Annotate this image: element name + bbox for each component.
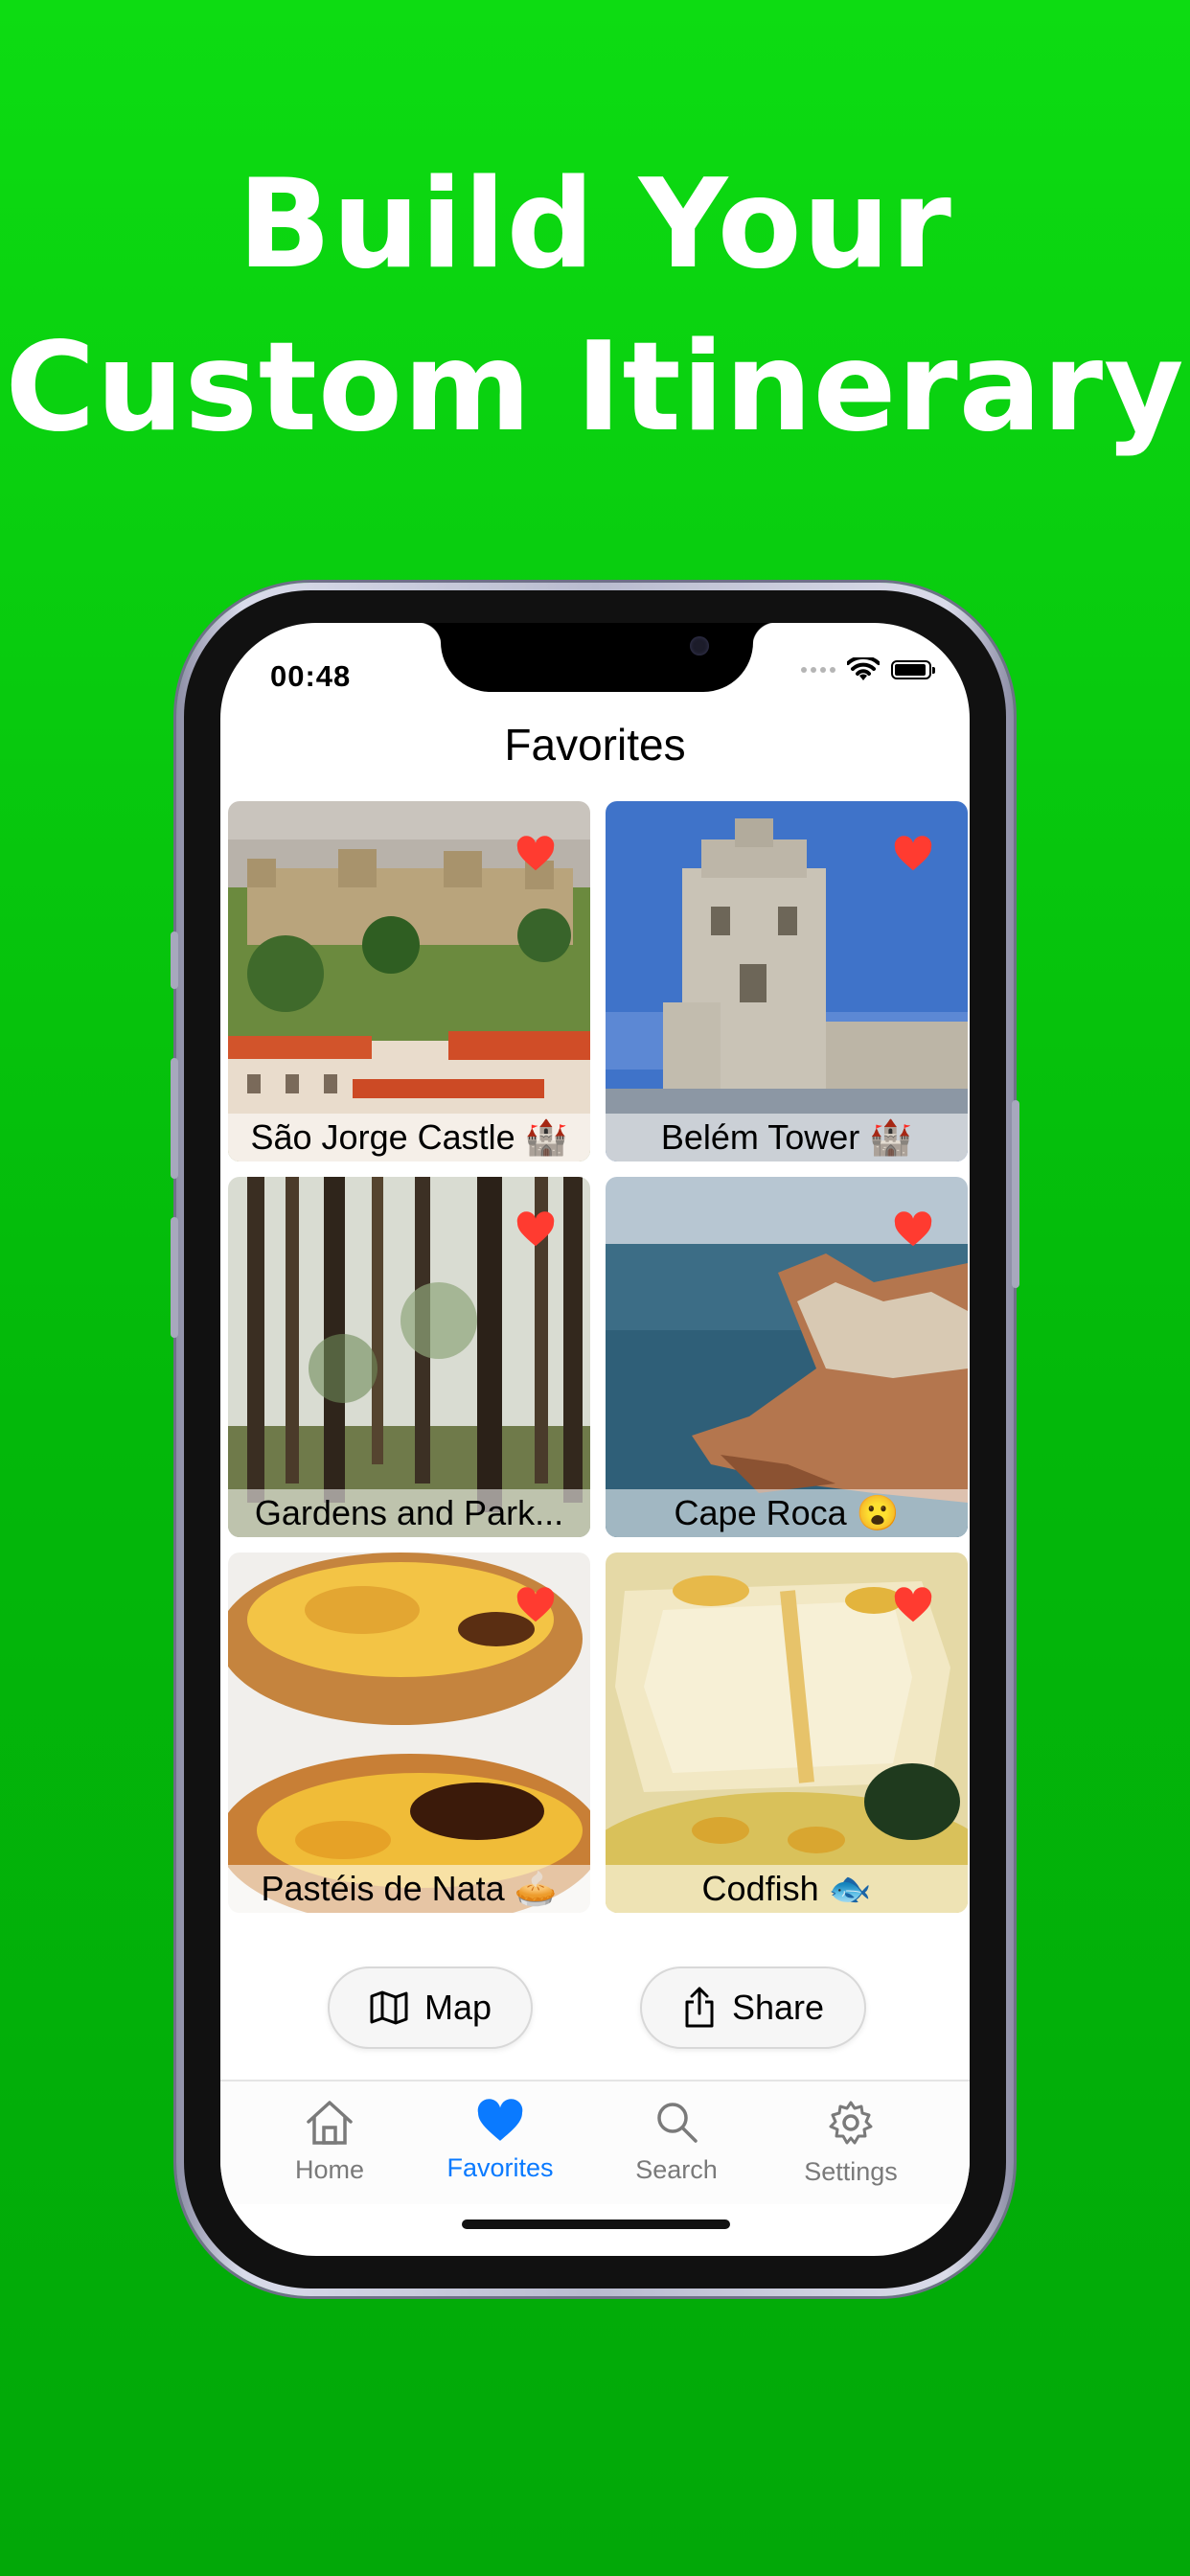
favorite-card-belem-tower[interactable]: Belém Tower 🏰 — [606, 801, 968, 1162]
share-icon — [685, 1987, 714, 2028]
favorite-label: Codfish 🐟 — [606, 1865, 968, 1913]
map-button[interactable]: Map — [328, 1966, 533, 2049]
heart-icon[interactable] — [893, 836, 933, 872]
favorite-card-sao-jorge-castle[interactable]: São Jorge Castle 🏰 — [228, 801, 590, 1162]
map-button-label: Map — [423, 1988, 492, 2027]
home-indicator[interactable] — [462, 2220, 730, 2229]
favorite-label: Gardens and Park... — [228, 1489, 590, 1537]
side-button-mute — [171, 932, 178, 989]
favorite-card-codfish[interactable]: Codfish 🐟 — [606, 1552, 968, 1913]
headline-line-2: Custom Itinerary — [5, 316, 1185, 459]
side-button-power — [1012, 1100, 1019, 1288]
headline: Build Your Custom Itinerary — [0, 144, 1190, 470]
wifi-icon — [847, 657, 880, 680]
tab-favorites-label: Favorites — [446, 2153, 554, 2182]
signal-dots-icon — [801, 667, 835, 673]
heart-icon[interactable] — [893, 1587, 933, 1623]
favorite-label: Pastéis de Nata 🥧 — [228, 1865, 590, 1913]
map-icon — [370, 1990, 408, 2025]
tab-settings[interactable]: Settings — [774, 2099, 927, 2187]
share-button[interactable]: Share — [640, 1966, 866, 2049]
favorite-card-pasteis-de-nata[interactable]: Pastéis de Nata 🥧 — [228, 1552, 590, 1913]
tab-search[interactable]: Search — [600, 2099, 753, 2185]
status-icons — [801, 657, 935, 682]
status-time: 00:48 — [270, 659, 352, 693]
favorite-label: Belém Tower 🏰 — [606, 1114, 968, 1162]
heart-icon[interactable] — [515, 1587, 556, 1623]
side-button-volume-up — [171, 1058, 178, 1179]
tab-home[interactable]: Home — [253, 2099, 406, 2185]
heart-icon[interactable] — [893, 1211, 933, 1248]
gear-icon — [829, 2101, 873, 2145]
favorite-label: Cape Roca 😮 — [606, 1489, 968, 1537]
headline-line-1: Build Your — [238, 153, 952, 296]
search-icon — [657, 2103, 698, 2143]
favorite-label: São Jorge Castle 🏰 — [228, 1114, 590, 1162]
house-icon — [307, 2101, 353, 2145]
battery-icon — [891, 660, 935, 679]
tab-home-label: Home — [294, 2155, 365, 2184]
tab-favorites[interactable]: Favorites — [423, 2099, 577, 2183]
share-button-label: Share — [731, 1988, 825, 2027]
tab-search-label: Search — [635, 2155, 718, 2184]
side-button-volume-down — [171, 1217, 178, 1338]
heart-icon[interactable] — [515, 836, 556, 872]
phone-screen: 00:48 Favorites São Jorge Castle 🏰 Belém… — [220, 623, 970, 2256]
tab-settings-label: Settings — [804, 2157, 898, 2186]
tab-bar: Home Favorites Search Settings — [220, 2080, 970, 2204]
heart-icon[interactable] — [515, 1211, 556, 1248]
favorite-card-cape-roca[interactable]: Cape Roca 😮 — [606, 1177, 968, 1537]
page-title: Favorites — [504, 720, 686, 770]
heart-icon — [477, 2099, 523, 2141]
notch — [418, 623, 776, 692]
favorite-card-gardens-and-parks[interactable]: Gardens and Park... — [228, 1177, 590, 1537]
camera-icon — [690, 636, 709, 656]
